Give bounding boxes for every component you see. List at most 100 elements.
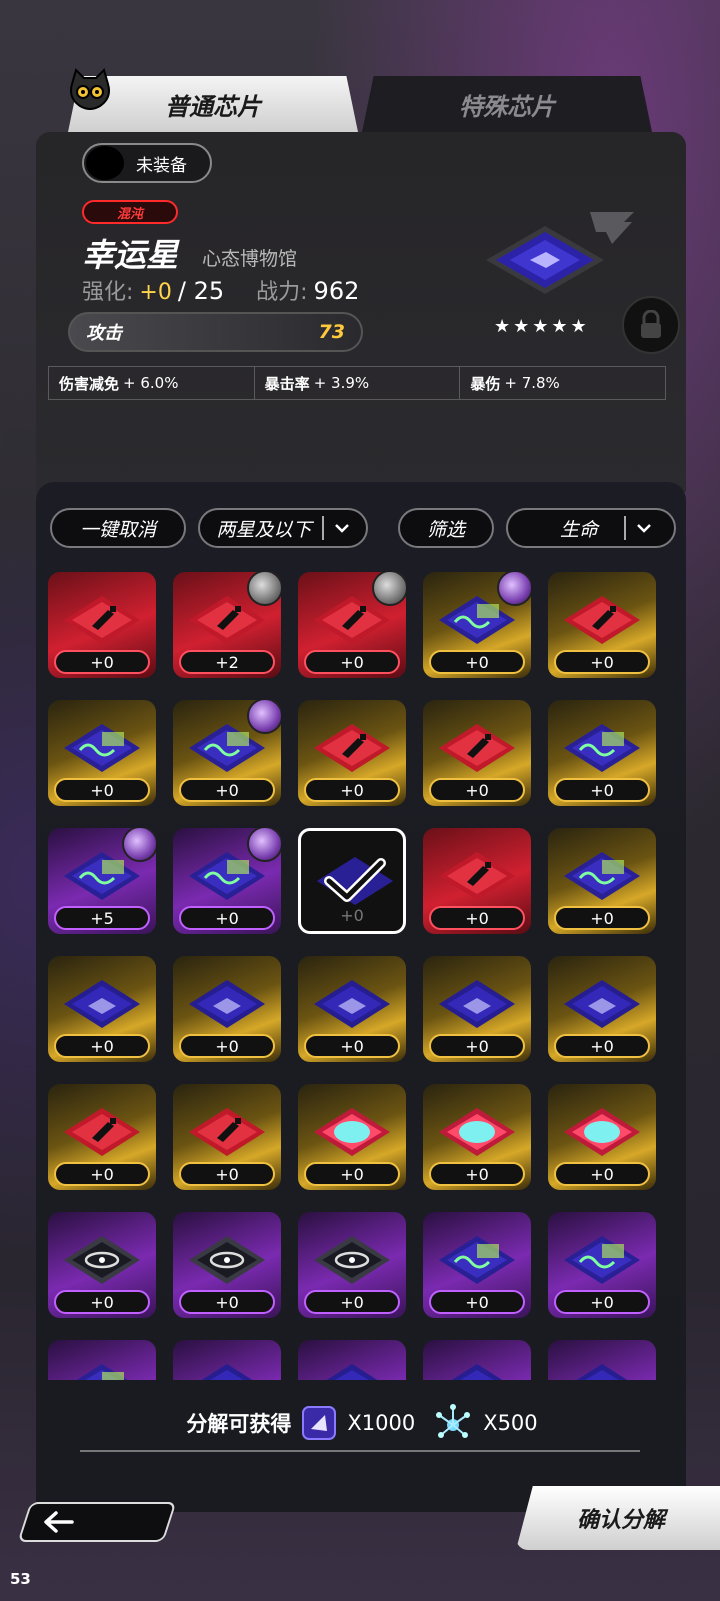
checkmark-icon [317, 857, 393, 905]
chip-level: +0 [304, 1290, 400, 1314]
chip-tile-selected[interactable]: +0 [298, 828, 406, 934]
back-arrow-icon [44, 1511, 74, 1533]
confirm-decompose-button[interactable]: 确认分解 [516, 1486, 720, 1550]
chip-tile[interactable]: +0 [173, 1212, 281, 1318]
logo-chip-icon [326, 1364, 378, 1380]
chip-level: +0 [429, 778, 525, 802]
chip-level: +0 [429, 1290, 525, 1314]
cancel-all-button[interactable]: 一键取消 [50, 508, 186, 548]
chip-tile[interactable]: +0 [298, 1084, 406, 1190]
logo-chip-icon [189, 980, 265, 1028]
chip-tile[interactable]: +0 [548, 956, 656, 1062]
enhance-max: / 25 [177, 277, 225, 305]
chip-tile[interactable]: +0 [298, 700, 406, 806]
lock-button[interactable] [622, 296, 680, 354]
chip-tile[interactable]: +0 [48, 1212, 156, 1318]
star-filter-label: 两星及以下 [216, 518, 312, 541]
chip-tile[interactable]: +0 [548, 1084, 656, 1190]
chip-tile[interactable]: +0 [548, 572, 656, 678]
reward-item2-count: X500 [483, 1411, 538, 1435]
chip-tile[interactable]: +0 [423, 572, 531, 678]
equipped-character-avatar [247, 828, 281, 862]
chip-tile[interactable]: +0 [298, 572, 406, 678]
chevron-down-icon [334, 524, 349, 533]
star-filter-dropdown[interactable]: 两星及以下 [198, 508, 368, 548]
chip-tile[interactable] [173, 1340, 281, 1380]
equipped-character-avatar [247, 572, 281, 606]
main-stat-value: 73 [318, 321, 345, 343]
filter-button[interactable]: 筛选 [398, 508, 494, 548]
chip-tile[interactable]: +0 [548, 700, 656, 806]
logo-chip-icon [201, 1364, 253, 1380]
sort-label: 生命 [559, 518, 598, 541]
substat-name: 暴伤 [470, 374, 501, 393]
equip-status-label: 未装备 [136, 155, 187, 176]
equipped-character-avatar [372, 572, 406, 606]
chip-tile[interactable]: +0 [423, 700, 531, 806]
chip-tile[interactable]: +0 [48, 700, 156, 806]
chip-level: +0 [429, 650, 525, 674]
chip-tile[interactable]: +0 [48, 1084, 156, 1190]
brain-chip-icon [439, 1108, 515, 1156]
chip-tile[interactable]: +0 [173, 700, 281, 806]
chip-level: +0 [179, 1290, 275, 1314]
chip-tile[interactable]: +0 [173, 828, 281, 934]
chip-tile[interactable]: +0 [48, 572, 156, 678]
substat-cell: 暴击率 + 3.9% [255, 367, 461, 399]
chip-level: +0 [340, 905, 364, 925]
chip-tile[interactable] [48, 1340, 156, 1380]
logo-chip-icon [314, 980, 390, 1028]
fps-counter: 53 [10, 1570, 31, 1588]
chip-tile[interactable] [423, 1340, 531, 1380]
chip-tile[interactable]: +0 [423, 828, 531, 934]
logo-chip-icon [576, 1364, 628, 1380]
rarity-badge: 混沌 [82, 200, 178, 224]
chip-tile[interactable]: +0 [298, 956, 406, 1062]
logo-chip-icon [439, 980, 515, 1028]
chip-tile[interactable]: +0 [423, 1212, 531, 1318]
enhance-label: 强化: [82, 280, 134, 305]
chip-tile[interactable]: +0 [548, 828, 656, 934]
bottle-chip-icon [314, 724, 390, 772]
chip-tile[interactable]: +0 [173, 1084, 281, 1190]
chip-level: +5 [54, 906, 150, 930]
power-label: 战力: [256, 280, 308, 305]
chip-level: +0 [554, 1290, 650, 1314]
chip-tile[interactable]: +0 [48, 956, 156, 1062]
main-stat-bar: 攻击 73 [68, 312, 363, 352]
main-stat-name: 攻击 [86, 323, 122, 344]
equip-status-toggle[interactable]: 未装备 [82, 143, 212, 183]
chevron-down-icon [637, 524, 651, 533]
chip-level: +0 [304, 1034, 400, 1058]
chip-tile[interactable]: +2 [173, 572, 281, 678]
chip-tile[interactable]: +0 [423, 1084, 531, 1190]
chip-tile[interactable]: +0 [548, 1212, 656, 1318]
bottle-chip-icon [64, 1108, 140, 1156]
star-rating: ★★★★★ [494, 316, 590, 337]
chip-preview-icon [486, 226, 604, 294]
wave-chip-icon [564, 724, 640, 772]
decompose-reward-row: 分解可获得 X1000 X500 [82, 1402, 642, 1444]
chip-tile[interactable]: +0 [298, 1212, 406, 1318]
sort-dropdown[interactable]: 生命 [506, 508, 676, 548]
chip-tile[interactable]: +5 [48, 828, 156, 934]
chip-level: +0 [54, 778, 150, 802]
tab-special-chips[interactable]: 特殊芯片 [362, 76, 652, 132]
chip-level: +0 [179, 778, 275, 802]
chip-tile[interactable] [298, 1340, 406, 1380]
brain-chip-icon [564, 1108, 640, 1156]
substat-cell: 暴伤 + 7.8% [460, 367, 665, 399]
swirl-chip-icon [314, 1236, 390, 1284]
chip-level: +0 [304, 778, 400, 802]
substat-value: + 6.0% [123, 374, 179, 392]
substat-value: + 3.9% [313, 374, 370, 392]
chip-tile[interactable]: +0 [173, 956, 281, 1062]
chip-tile[interactable] [548, 1340, 656, 1380]
wave-chip-icon [439, 1236, 515, 1284]
bottle-chip-icon [564, 596, 640, 644]
bottle-chip-icon [189, 1108, 265, 1156]
chip-level: +0 [304, 650, 400, 674]
substat-value: + 7.8% [504, 374, 560, 392]
chip-tile[interactable]: +0 [423, 956, 531, 1062]
chip-level: +0 [554, 906, 650, 930]
